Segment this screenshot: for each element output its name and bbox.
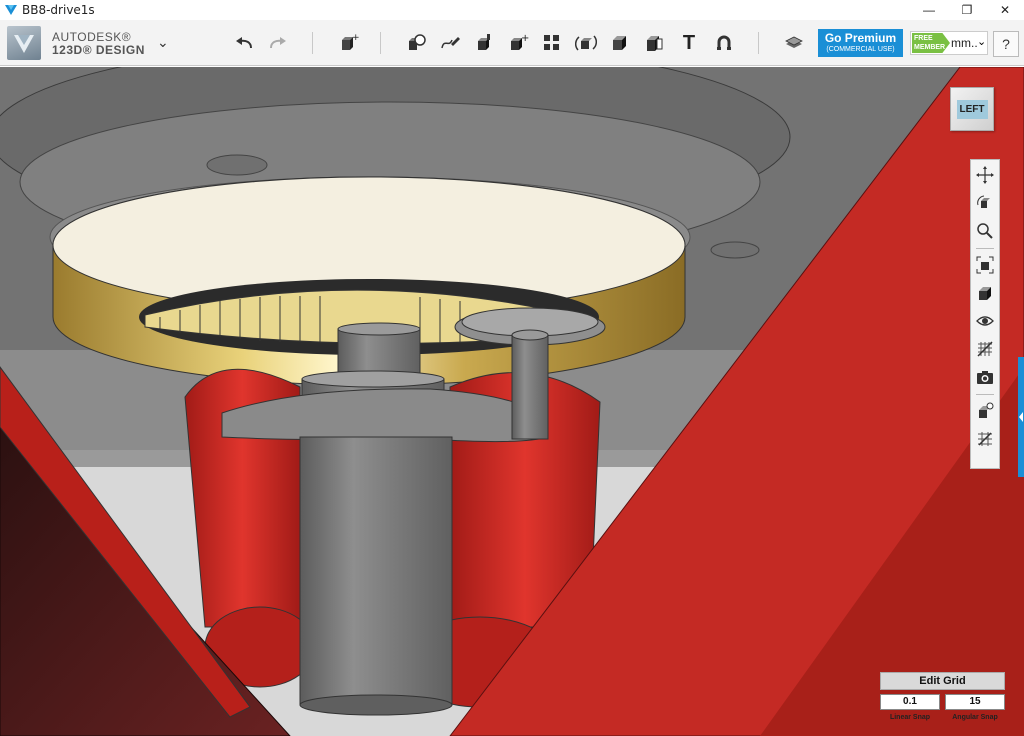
angular-snap-label: Angular Snap xyxy=(952,714,998,721)
text-icon[interactable]: T xyxy=(677,31,701,55)
redo-icon[interactable] xyxy=(266,31,290,55)
premium-sublabel: (COMMERCIAL USE) xyxy=(826,46,895,53)
primitives-icon[interactable]: + xyxy=(336,31,360,55)
toolbar-divider xyxy=(758,32,759,54)
app-menu-chevron-icon[interactable]: ⌄ xyxy=(157,34,169,51)
camera-icon[interactable] xyxy=(974,366,996,388)
construct-icon[interactable] xyxy=(438,31,462,55)
navigation-bar xyxy=(970,159,1000,469)
orbit-icon[interactable] xyxy=(974,192,996,214)
chevron-down-icon: ⌄ xyxy=(977,36,987,48)
help-button[interactable]: ? xyxy=(993,31,1019,57)
grouping-icon[interactable] xyxy=(540,31,564,55)
brand-name: AUTODESK® xyxy=(52,30,132,44)
measure-icon[interactable] xyxy=(608,31,632,55)
product-name: 123D® DESIGN xyxy=(52,43,145,57)
navbar-divider xyxy=(976,394,994,395)
pattern-icon[interactable]: + xyxy=(506,31,530,55)
svg-text:+: + xyxy=(521,33,529,44)
grid-toggle-icon[interactable] xyxy=(974,338,996,360)
pan-icon[interactable] xyxy=(974,164,996,186)
svg-text:+: + xyxy=(352,33,359,43)
units-value: mm.. xyxy=(951,36,978,50)
edit-grid-button[interactable]: Edit Grid xyxy=(880,672,1005,690)
minimize-button[interactable]: — xyxy=(910,0,948,20)
material-settings-icon[interactable] xyxy=(974,400,996,422)
combine-solid-icon[interactable] xyxy=(642,31,666,55)
restore-button[interactable]: ❐ xyxy=(948,0,986,20)
premium-label: Go Premium xyxy=(824,31,897,45)
angular-snap-input[interactable]: 15 xyxy=(945,694,1005,710)
title-bar: BB8-drive1s — ❐ ✕ xyxy=(0,0,1024,20)
toolbar-divider xyxy=(312,32,313,54)
view-cube-face-label: LEFT xyxy=(956,99,988,119)
window-title: BB8-drive1s xyxy=(22,3,95,17)
modify-icon[interactable] xyxy=(472,31,496,55)
undo-icon[interactable] xyxy=(232,31,256,55)
close-button[interactable]: ✕ xyxy=(986,0,1024,20)
snap-icon[interactable] xyxy=(712,31,736,55)
linear-snap-label: Linear Snap xyxy=(889,714,931,721)
main-toolbar: AUTODESK® 123D® DESIGN ⌄ + + T Go Premiu… xyxy=(0,20,1024,66)
go-premium-button[interactable]: Go Premium (COMMERCIAL USE) xyxy=(818,29,903,57)
material-icon[interactable] xyxy=(782,31,806,55)
sketch-icon[interactable] xyxy=(404,31,428,55)
units-dropdown[interactable]: FREE MEMBER mm.. ⌄ xyxy=(910,31,988,55)
navbar-divider xyxy=(976,248,994,249)
linear-snap-input[interactable]: 0.1 xyxy=(880,694,940,710)
combine-icon[interactable] xyxy=(574,31,598,55)
brand-logo-icon xyxy=(7,26,41,60)
3d-viewport[interactable]: LEFT Edit Grid 0.1 15 Linear Snap Angula… xyxy=(0,67,1024,736)
app-logo-icon xyxy=(5,5,17,15)
side-panel-toggle[interactable] xyxy=(1018,357,1024,477)
zoom-icon[interactable] xyxy=(974,220,996,242)
fit-icon[interactable] xyxy=(974,254,996,276)
view-mode-icon[interactable] xyxy=(974,282,996,304)
model-scene xyxy=(0,67,1024,736)
free-member-badge: FREE MEMBER xyxy=(912,33,950,53)
view-cube[interactable]: LEFT xyxy=(950,87,994,131)
edit-grid-panel: Edit Grid 0.1 15 Linear Snap Angular Sna… xyxy=(880,672,1005,732)
visibility-icon[interactable] xyxy=(974,310,996,332)
toolbar-divider xyxy=(380,32,381,54)
outline-icon[interactable] xyxy=(974,428,996,450)
